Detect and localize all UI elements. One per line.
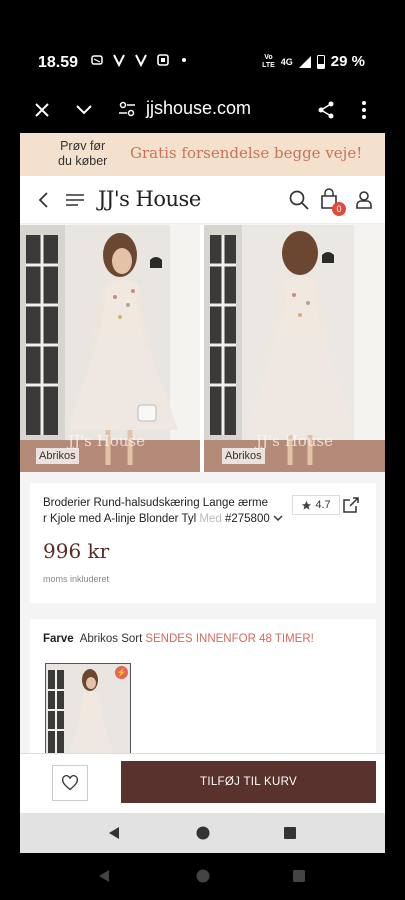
product-gallery[interactable]: JJ's House Abrikos JJ's House Abrikos [20, 225, 385, 472]
site-header: JJ's House [20, 176, 385, 224]
image-color-tag: Abrikos [36, 448, 79, 464]
battery-icon [316, 54, 325, 69]
share-product-icon[interactable] [342, 496, 360, 514]
app-nav-bar [20, 813, 385, 853]
volte-indicator: Vo LTE [262, 53, 275, 69]
close-icon[interactable] [30, 98, 54, 122]
battery-percent: 29 % [330, 53, 365, 70]
wishlist-button[interactable] [52, 765, 88, 801]
rating-value: 4.7 [315, 499, 331, 511]
color-label: Farve [43, 633, 74, 645]
purchase-bar: TILFØJ TIL KURV [20, 753, 385, 813]
back-chevron-icon[interactable] [34, 188, 56, 212]
color-row: Farve Abrikos Sort SENDES INNENFOR 48 TIME… [43, 633, 314, 645]
browser-toolbar: jjshouse.com [0, 90, 405, 130]
watermark-front: JJ's House [68, 432, 145, 450]
share-icon[interactable] [314, 98, 338, 122]
flash-sale-icon: ⚡ [115, 666, 128, 679]
heart-icon [62, 775, 78, 791]
image-color-tag: Abrikos [222, 448, 265, 464]
menu-icon[interactable] [64, 188, 86, 212]
web-page: Prøv før du køber Gratis forsendelse beg… [20, 133, 385, 853]
system-home-icon[interactable] [195, 868, 211, 884]
star-icon [302, 500, 312, 510]
notification-app-icon [91, 55, 103, 65]
bag-app-icon [157, 54, 169, 66]
product-code: #275800 [224, 513, 270, 525]
status-right: Vo LTE 4G 29 % [262, 53, 365, 70]
cart-count-badge: 0 [332, 202, 346, 216]
try-before-buy: Prøv før du køber [58, 139, 108, 168]
color-options: Abrikos Sort [79, 633, 143, 645]
account-icon[interactable] [353, 188, 375, 212]
v-app-icon-2 [135, 54, 147, 67]
site-logo[interactable]: JJ's House [98, 187, 201, 211]
search-icon[interactable] [288, 188, 310, 212]
signal-icon [298, 55, 311, 68]
product-info-card: Broderier Rund-halsudskæring Lange ærme … [30, 483, 376, 603]
free-shipping-text: Gratis forsendelse begge veje! [130, 144, 363, 162]
more-notifications-dot [182, 58, 186, 62]
status-bar: 18.59 Vo LTE 4G 29 % [0, 0, 405, 90]
chevron-down-icon[interactable] [72, 98, 96, 122]
recents-square-icon[interactable] [282, 825, 298, 841]
system-recents-icon[interactable] [291, 868, 307, 884]
watermark-back: JJ's House [256, 432, 333, 450]
rating-badge[interactable]: 4.7 [292, 495, 340, 515]
system-nav-bar [0, 860, 405, 900]
notification-icons [90, 53, 186, 67]
more-vert-icon[interactable] [352, 98, 376, 122]
back-triangle-icon[interactable] [106, 825, 122, 841]
product-image-back[interactable]: JJ's House Abrikos [204, 225, 385, 472]
site-settings-icon[interactable] [118, 100, 136, 118]
expand-title-chevron-icon[interactable] [273, 515, 283, 522]
network-type: 4G [280, 56, 293, 67]
vat-note: moms inkluderet [43, 574, 110, 584]
status-time: 18.59 [38, 54, 79, 71]
add-to-cart-button[interactable]: TILFØJ TIL KURV [121, 761, 376, 803]
v-app-icon [113, 54, 125, 67]
shipping-notice: SENDES INNENFOR 48 TIMER! [145, 633, 314, 645]
promo-banner[interactable]: Prøv før du køber Gratis forsendelse beg… [20, 133, 385, 176]
home-circle-icon[interactable] [195, 825, 211, 841]
url-bar[interactable]: jjshouse.com [146, 98, 251, 119]
system-back-icon[interactable] [96, 868, 112, 884]
product-image-front[interactable]: JJ's House Abrikos [20, 225, 200, 472]
product-price: 996 kr [43, 539, 110, 563]
product-title[interactable]: Broderier Rund-halsudskæring Lange ærme … [43, 495, 283, 527]
color-selector-card: Farve Abrikos Sort SENDES INNENFOR 48 TIME… [30, 619, 376, 769]
